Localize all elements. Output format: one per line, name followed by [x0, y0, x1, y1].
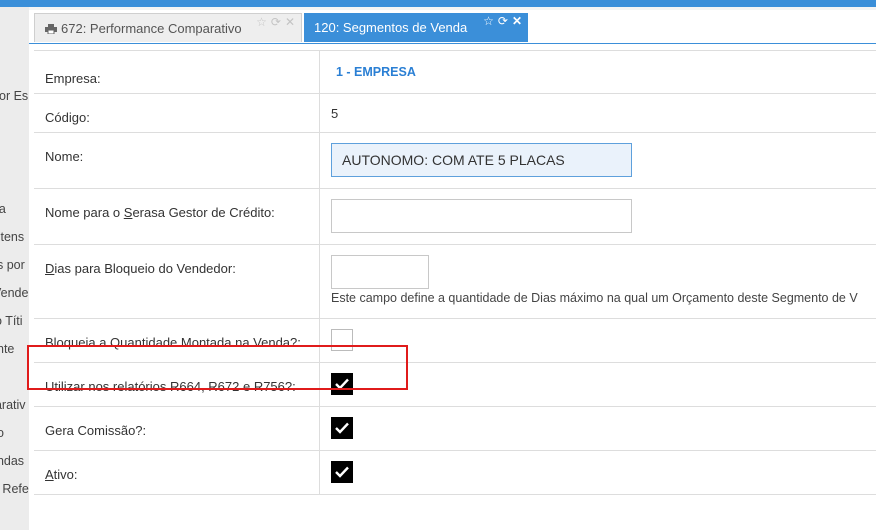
- sidebar-item[interactable]: parativ: [0, 398, 26, 412]
- sidebar-item[interactable]: e Refe: [0, 482, 29, 496]
- sidebar-item[interactable]: Itens: [0, 230, 24, 244]
- main-panel: 672: Performance Comparativo ☆ ⟳ ✕ 120: Se…: [29, 10, 876, 530]
- tab-label: 120: Segmentos de Venda: [314, 20, 468, 35]
- close-icon[interactable]: ✕: [512, 14, 522, 28]
- codigo-label: Código:: [45, 110, 90, 125]
- ativo-label-part: tivo:: [53, 467, 78, 482]
- serasa-label-part: erasa Gestor de Crédito:: [132, 205, 275, 220]
- sidebar-item[interactable]: Vende: [0, 286, 28, 300]
- label-cell: Nome para o Serasa Gestor de Crédito:: [34, 189, 320, 244]
- label-cell: Nome:: [34, 133, 320, 188]
- ativo-checkbox[interactable]: [331, 461, 353, 483]
- utilizar-label: Utilizar nos relatórios R664, R672 e R75…: [45, 379, 296, 394]
- dias-input[interactable]: [331, 255, 429, 289]
- row-utilizar: Utilizar nos relatórios R664, R672 e R75…: [34, 363, 876, 407]
- comissao-checkbox[interactable]: [331, 417, 353, 439]
- ativo-label: Ativo:: [45, 467, 78, 482]
- star-icon[interactable]: ☆: [256, 15, 267, 29]
- refresh-icon[interactable]: ⟳: [271, 15, 281, 29]
- bloqueia-label: Bloqueia a Quantidade Montada na Venda?:: [45, 335, 301, 350]
- bloqueia-checkbox[interactable]: [331, 329, 353, 351]
- row-empresa: Empresa: 1 - EMPRESA: [34, 51, 876, 94]
- label-cell: Ativo:: [34, 451, 320, 494]
- label-cell: Gera Comissão?:: [34, 407, 320, 450]
- label-cell: Código:: [34, 94, 320, 132]
- serasa-label-part: Nome para o: [45, 205, 124, 220]
- tab-icons: ☆ ⟳ ✕: [252, 14, 295, 30]
- check-icon: [335, 466, 349, 478]
- dias-label-part: ias para Bloqueio do Vendedor:: [54, 261, 236, 276]
- tab-bar: 672: Performance Comparativo ☆ ⟳ ✕ 120: Se…: [29, 10, 876, 44]
- form: Empresa: 1 - EMPRESA Código: 5 Nome: Nom…: [34, 50, 876, 495]
- row-codigo: Código: 5: [34, 94, 876, 133]
- sidebar-menu: or Es nda Itens s por Vende o Títi nte p…: [0, 7, 29, 530]
- tab-performance-comparativo[interactable]: 672: Performance Comparativo ☆ ⟳ ✕: [34, 13, 302, 42]
- tab-segmentos-de-venda[interactable]: 120: Segmentos de Venda ☆ ⟳ ✕: [304, 13, 528, 42]
- check-icon: [335, 378, 349, 390]
- row-dias: Dias para Bloqueio do Vendedor: Este cam…: [34, 245, 876, 319]
- top-bar: [0, 0, 876, 7]
- comissao-label: Gera Comissão?:: [45, 423, 147, 438]
- label-cell: Bloqueia a Quantidade Montada na Venda?:: [34, 319, 320, 362]
- serasa-input[interactable]: [331, 199, 632, 233]
- printer-icon: [45, 24, 57, 34]
- row-nome: Nome:: [34, 133, 876, 189]
- check-icon: [335, 422, 349, 434]
- label-cell: Dias para Bloqueio do Vendedor:: [34, 245, 320, 318]
- row-ativo: Ativo:: [34, 451, 876, 495]
- row-bloqueia: Bloqueia a Quantidade Montada na Venda?:: [34, 319, 876, 363]
- dias-label-part: D: [45, 261, 55, 276]
- tab-label: 672: Performance Comparativo: [61, 21, 242, 36]
- sidebar-item[interactable]: s por: [0, 258, 25, 272]
- codigo-value: 5: [331, 106, 339, 121]
- serasa-label: Nome para o Serasa Gestor de Crédito:: [45, 205, 275, 220]
- sidebar-item[interactable]: or Es: [0, 89, 28, 103]
- label-cell: Utilizar nos relatórios R664, R672 e R75…: [34, 363, 320, 406]
- row-serasa: Nome para o Serasa Gestor de Crédito:: [34, 189, 876, 245]
- sidebar-item[interactable]: o: [0, 426, 4, 440]
- utilizar-checkbox[interactable]: [331, 373, 353, 395]
- ativo-label-part: A: [45, 467, 54, 482]
- row-comissao: Gera Comissão?:: [34, 407, 876, 451]
- refresh-icon[interactable]: ⟳: [498, 14, 508, 28]
- sidebar-item[interactable]: o Títi: [0, 314, 23, 328]
- nome-label: Nome:: [45, 149, 84, 164]
- nome-input[interactable]: [331, 143, 632, 177]
- label-cell: Empresa:: [34, 51, 320, 93]
- star-icon[interactable]: ☆: [483, 14, 494, 28]
- sidebar-item[interactable]: nte: [0, 342, 14, 356]
- sidebar-item[interactable]: endas: [0, 454, 24, 468]
- empresa-label: Empresa:: [45, 71, 101, 86]
- sidebar-item[interactable]: nda: [0, 202, 6, 216]
- dias-hint: Este campo define a quantidade de Dias m…: [331, 291, 858, 305]
- close-icon[interactable]: ✕: [285, 15, 295, 29]
- dias-label: Dias para Bloqueio do Vendedor:: [45, 261, 236, 276]
- tab-icons: ☆ ⟳ ✕: [479, 13, 522, 29]
- empresa-value[interactable]: 1 - EMPRESA: [336, 65, 416, 79]
